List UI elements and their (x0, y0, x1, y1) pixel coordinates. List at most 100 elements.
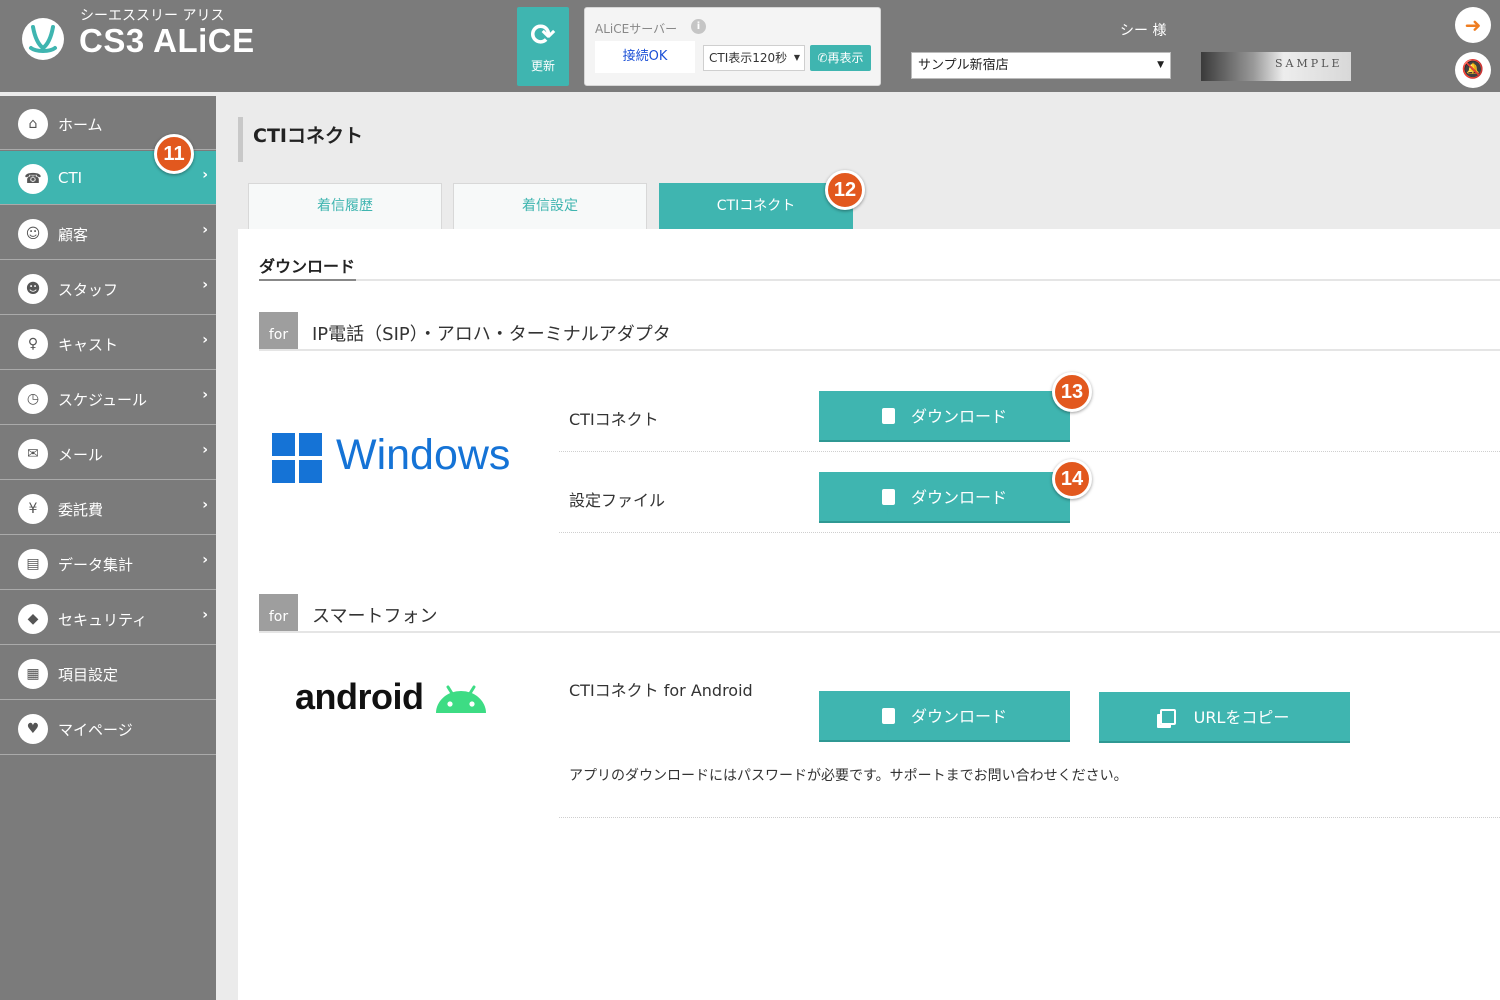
clock-icon: ◷ (18, 384, 48, 414)
sidebar-item-2[interactable]: ☺ 顧客 › (0, 206, 216, 260)
download-label: ダウンロード (910, 707, 1007, 726)
logout-icon[interactable]: ➜ (1455, 7, 1491, 43)
download-panel: ダウンロード for IP電話（SIP）・アロハ・ターミナルアダプタ Windo… (238, 229, 1500, 1000)
bell-off-icon[interactable]: 🔕 (1455, 52, 1491, 88)
chevron-right-icon: › (202, 387, 208, 403)
shield-icon: ◆ (18, 604, 48, 634)
divider (259, 279, 1500, 281)
sidebar-item-8[interactable]: ▤ データ集計 › (0, 536, 216, 590)
callout-badge-11: 11 (154, 134, 194, 174)
chevron-right-icon: › (202, 277, 208, 293)
sidebar-item-label: マイページ (58, 721, 133, 739)
row-label-settings-file: 設定ファイル (569, 491, 666, 510)
caret-down-icon: ▼ (1157, 60, 1164, 70)
phone-icon: ☎ (18, 164, 48, 194)
divider (259, 349, 1500, 351)
callout-badge-12: 12 (825, 170, 865, 210)
refresh-label: 更新 (530, 59, 555, 73)
sidebar-item-label: 委託費 (58, 501, 104, 519)
sidebar-item-label: スケジュール (58, 391, 147, 409)
chevron-right-icon: › (202, 607, 208, 623)
download-settings-file-button[interactable]: ダウンロード (819, 472, 1070, 538)
customer-icon: ☺ (18, 219, 48, 249)
divider (559, 817, 1500, 818)
page-title-accent (238, 117, 243, 162)
divider (559, 451, 1500, 452)
sidebar-item-5[interactable]: ◷ スケジュール › (0, 371, 216, 425)
clipboard-icon: ▦ (18, 659, 48, 689)
sidebar-item-7[interactable]: ¥ 委託費 › (0, 481, 216, 535)
top-header: シーエススリー アリス CS3 ALiCE ⟳ 更新 ALiCEサーバー i 接… (0, 0, 1500, 92)
group-title-windows: IP電話（SIP）・アロハ・ターミナルアダプタ (312, 324, 671, 345)
redisplay-button[interactable]: ✆再表示 (810, 45, 871, 71)
user-name: シー 様 (1120, 23, 1167, 39)
chevron-right-icon: › (202, 222, 208, 238)
redisplay-label: 再表示 (827, 51, 864, 65)
sidebar-item-10[interactable]: ▦ 項目設定 (0, 646, 216, 700)
android-logo-icon (436, 685, 486, 713)
sidebar-item-label: 項目設定 (58, 666, 119, 684)
refresh-button[interactable]: ⟳ 更新 (517, 7, 569, 86)
divider (559, 532, 1500, 533)
file-download-icon (881, 706, 895, 757)
sidebar-item-3[interactable]: ☻ スタッフ › (0, 261, 216, 315)
sidebar-item-label: キャスト (58, 336, 119, 354)
sidebar-item-4[interactable]: ♀ キャスト › (0, 316, 216, 370)
sample-banner-image: SAMPLE (1201, 52, 1351, 81)
password-note: アプリのダウンロードにはパスワードが必要です。サポートまでお問い合わせください。 (569, 768, 1128, 784)
home-icon: ⌂ (18, 109, 48, 139)
chevron-right-icon: › (202, 442, 208, 458)
sidebar-item-label: 顧客 (58, 226, 89, 244)
info-icon[interactable]: i (691, 19, 706, 34)
tab-cti-connect[interactable]: CTIコネクト (659, 183, 853, 229)
copy-icon (1159, 709, 1176, 725)
callout-badge-14: 14 (1052, 459, 1092, 499)
chevron-right-icon: › (202, 167, 208, 183)
download-cti-connect-button[interactable]: ダウンロード (819, 391, 1070, 457)
download-label: ダウンロード (910, 407, 1007, 426)
tab-call-settings[interactable]: 着信設定 (453, 183, 647, 229)
file-download-icon (881, 487, 895, 538)
chevron-right-icon: › (202, 497, 208, 513)
refresh-icon: ⟳ (530, 18, 556, 53)
sidebar-item-6[interactable]: ✉ メール › (0, 426, 216, 480)
callout-badge-13: 13 (1052, 372, 1092, 412)
connection-status: 接続OK (595, 41, 695, 73)
server-status-panel: ALiCEサーバー i 接続OK CTI表示120秒 ▼ ✆再表示 (584, 7, 881, 86)
copy-url-button[interactable]: URLをコピー (1099, 692, 1350, 743)
sidebar-item-11[interactable]: ♥ マイページ (0, 701, 216, 755)
sidebar-item-label: メール (58, 446, 104, 464)
cti-display-value: CTI表示120秒 (709, 51, 788, 65)
sidebar-item-label: データ集計 (58, 556, 134, 574)
windows-logo-text: Windows (336, 431, 511, 479)
cti-display-select[interactable]: CTI表示120秒 ▼ (703, 45, 805, 71)
download-android-button[interactable]: ダウンロード (819, 691, 1070, 757)
data-icon: ▤ (18, 549, 48, 579)
section-title: ダウンロード (259, 257, 356, 276)
sidebar-item-label: スタッフ (58, 281, 119, 299)
phone-icon: ✆ (817, 51, 828, 65)
sidebar-item-9[interactable]: ◆ セキュリティ › (0, 591, 216, 645)
sample-banner-text: SAMPLE (1275, 57, 1343, 70)
row-label-android: CTIコネクト for Android (569, 681, 753, 700)
cast-icon: ♀ (18, 329, 48, 359)
tab-call-history[interactable]: 着信履歴 (248, 183, 442, 229)
divider (259, 279, 356, 281)
windows-logo-icon (272, 433, 322, 483)
file-download-icon (881, 406, 895, 457)
sidebar-item-label: セキュリティ (58, 611, 148, 629)
logo-title: CS3 ALiCE (79, 22, 255, 59)
android-logo-text: android (295, 676, 424, 717)
sidebar: ⌂ ホーム ☎ CTI › ☺ 顧客 › ☻ スタッフ › ♀ キャスト › ◷ スケジュール › ✉ メール › ¥ 委… (0, 96, 216, 1000)
copy-url-label: URLをコピー (1193, 708, 1290, 727)
chevron-right-icon: › (202, 332, 208, 348)
store-select[interactable]: サンプル新宿店 ▼ (911, 52, 1171, 79)
divider (259, 631, 1500, 633)
mypage-icon: ♥ (18, 714, 48, 744)
caret-down-icon: ▼ (793, 53, 800, 62)
sidebar-item-label: ホーム (58, 116, 103, 134)
staff-icon: ☻ (18, 274, 48, 304)
sidebar-item-label: CTI (58, 169, 83, 187)
group-title-smartphone: スマートフォン (312, 606, 438, 627)
download-label: ダウンロード (910, 488, 1007, 507)
